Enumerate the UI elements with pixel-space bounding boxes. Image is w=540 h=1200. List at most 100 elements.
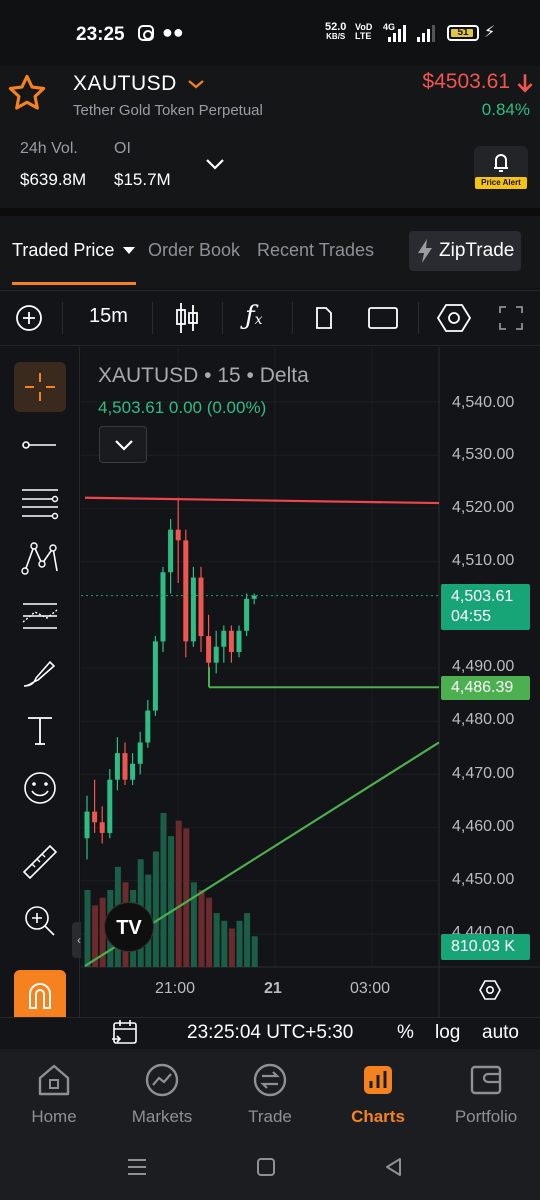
fullscreen-icon[interactable] [498, 305, 524, 331]
price-axis-label: 4,480.00 [452, 711, 515, 728]
percent-scale-toggle[interactable]: % [397, 1022, 414, 1044]
symbol-dropdown-icon[interactable] [186, 74, 206, 94]
traded-price-dropdown-icon[interactable] [122, 246, 136, 256]
pattern-tool-icon[interactable] [20, 540, 60, 576]
battery-level: 51 [457, 27, 469, 38]
text-tool-icon[interactable] [20, 714, 60, 746]
nav-charts-label[interactable]: Charts [328, 1107, 428, 1127]
nav-trade-label[interactable]: Trade [220, 1107, 320, 1127]
emoji-tool-icon[interactable] [20, 770, 60, 806]
candle-body [99, 822, 105, 833]
tab-traded-price[interactable]: Traded Price [12, 240, 114, 261]
legend-toggle-button[interactable] [99, 426, 147, 463]
candle-body [221, 630, 227, 647]
tradingview-logo[interactable]: TV [104, 902, 154, 952]
candle-type-icon[interactable] [174, 301, 200, 335]
price-down-arrow-icon [517, 74, 533, 93]
zoom-in-icon[interactable] [20, 902, 60, 938]
oi-value: $15.7M [114, 170, 171, 189]
indicators-fx-icon[interactable]: ƒx [245, 301, 263, 331]
candle-body [137, 742, 143, 764]
volume-bar [160, 813, 167, 967]
settings-hexagon-icon[interactable] [437, 302, 471, 334]
price-axis-label: 4,520.00 [452, 499, 515, 516]
log-scale-toggle[interactable]: log [435, 1022, 460, 1044]
nav-charts[interactable] [328, 1060, 428, 1105]
forecast-tool-icon[interactable] [20, 598, 60, 634]
symbol-name[interactable]: XAUTUSD [73, 72, 177, 96]
nav-portfolio-label[interactable]: Portfolio [436, 1107, 536, 1127]
candle-body [206, 636, 212, 663]
volume-bar [206, 897, 213, 967]
chevron-down-icon [115, 440, 133, 451]
current-price-value: 4,503.61 [451, 588, 514, 605]
nav-trade[interactable] [220, 1060, 320, 1105]
nav-home[interactable] [4, 1060, 104, 1105]
nav-markets[interactable] [112, 1060, 212, 1105]
charts-icon [364, 1066, 392, 1094]
candle-body [198, 577, 204, 637]
toolbar-separator [152, 302, 153, 334]
trend-line-tool-icon[interactable] [20, 432, 60, 458]
volte-bottom: LTE [355, 31, 372, 41]
crosshair-tool-button[interactable] [14, 362, 66, 412]
candle-body [122, 753, 128, 780]
price-alert-label[interactable]: Price Alert [475, 177, 527, 189]
candle-body [190, 577, 196, 642]
tab-order-book[interactable]: Order Book [148, 240, 240, 261]
auto-scale-toggle[interactable]: auto [482, 1022, 519, 1044]
axis-settings-icon[interactable] [478, 978, 502, 1002]
date-range-icon[interactable] [110, 1019, 140, 1047]
volume-bar [236, 920, 243, 967]
nav-portfolio[interactable] [436, 1060, 536, 1105]
trade-icon [253, 1063, 287, 1097]
net-speed: 52.0 KB/S [325, 22, 346, 42]
interval-selector[interactable]: 15m [89, 305, 128, 328]
nav-home-label[interactable]: Home [4, 1107, 104, 1127]
symbol-subtitle: Tether Gold Token Perpetual [73, 102, 263, 119]
bell-icon [494, 154, 508, 172]
ruler-tool-icon[interactable] [20, 842, 60, 882]
chart-ohlc-values: 4,503.61 0.00 (0.00%) [98, 398, 267, 417]
crosshair-icon [25, 373, 55, 401]
active-tab-underline [12, 282, 136, 285]
volume-bar [84, 890, 91, 967]
time-axis-label: 03:00 [350, 980, 391, 997]
tab-recent-trades[interactable]: Recent Trades [257, 240, 374, 261]
recent-apps-icon[interactable] [126, 1157, 148, 1177]
fib-lines-tool-icon[interactable] [20, 486, 60, 520]
price-axis-label: 4,510.00 [452, 552, 515, 569]
price-axis-label: 4,470.00 [452, 765, 515, 782]
toolbar-separator [292, 302, 293, 334]
candle-body [130, 763, 136, 780]
volume-bar [183, 828, 190, 967]
time-axis-label: 21:00 [155, 980, 196, 997]
current-price-tag: 4,503.61 04:55 [441, 584, 530, 630]
brush-tool-icon[interactable] [20, 656, 60, 690]
price-axis-label: 4,460.00 [452, 818, 515, 835]
home-icon [38, 1064, 70, 1096]
price-axis-label: 4,450.00 [452, 871, 515, 888]
volume-bar [213, 913, 220, 967]
time-axis-label: 21 [264, 980, 282, 997]
status-time: 23:25 [76, 24, 125, 45]
back-button-icon[interactable] [384, 1157, 404, 1177]
add-indicator-icon[interactable] [15, 304, 43, 332]
nav-markets-label[interactable]: Markets [112, 1107, 212, 1127]
template-icon[interactable] [314, 306, 334, 330]
magnet-icon [29, 983, 51, 1009]
favorite-star-icon[interactable] [6, 72, 48, 114]
layout-icon[interactable] [367, 306, 399, 330]
price-change: 0.84% [481, 100, 530, 119]
candle-body [92, 811, 98, 823]
horizontal-line-price-tag[interactable]: 4,486.39 [441, 676, 530, 700]
price-axis-label: 4,530.00 [452, 446, 515, 463]
home-button-icon[interactable] [256, 1157, 276, 1177]
chart-clock[interactable]: 23:25:04 UTC+5:30 [187, 1022, 353, 1044]
expand-stats-chevron-icon[interactable] [204, 156, 226, 172]
candle-body [84, 811, 90, 839]
lightning-icon [418, 239, 432, 263]
portfolio-wallet-icon [470, 1065, 502, 1095]
magnet-mode-button[interactable] [14, 970, 66, 1022]
price-axis-label: 4,490.00 [452, 658, 515, 675]
